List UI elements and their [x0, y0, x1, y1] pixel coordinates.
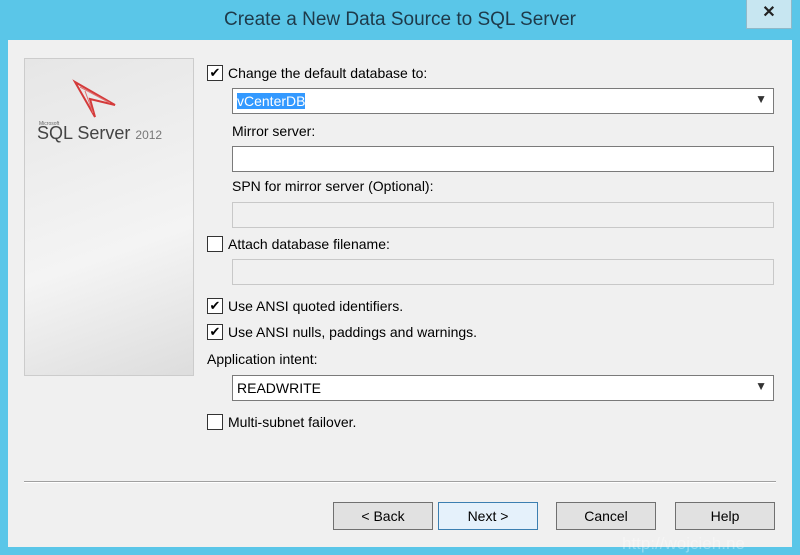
attach-filename-input	[232, 259, 774, 285]
dialog-body: Microsoft SQL Server 2012 ✔ Change the d…	[8, 40, 792, 547]
ansi-quoted-label: Use ANSI quoted identifiers.	[228, 298, 404, 314]
back-button[interactable]: < Back	[333, 502, 433, 530]
spn-input	[232, 202, 774, 228]
application-intent-select[interactable]: READWRITE ▼	[232, 375, 774, 401]
spn-label: SPN for mirror server (Optional):	[232, 178, 434, 194]
window-title: Create a New Data Source to SQL Server	[223, 9, 576, 30]
next-button[interactable]: Next >	[438, 502, 538, 530]
ansi-nulls-label: Use ANSI nulls, paddings and warnings.	[228, 324, 478, 340]
logo-year: 2012	[135, 128, 163, 142]
cancel-button[interactable]: Cancel	[556, 502, 656, 530]
multisubnet-label: Multi-subnet failover.	[228, 414, 357, 430]
mirror-label: Mirror server:	[232, 123, 316, 139]
default-database-value: vCenterDB	[237, 93, 306, 109]
watermark: http://wojcieh.ne	[622, 534, 745, 553]
logo-product: SQL Server	[37, 123, 131, 143]
change-db-label: Change the default database to:	[228, 65, 428, 81]
sql-server-logo: Microsoft SQL Server 2012	[24, 58, 194, 376]
intent-label: Application intent:	[207, 351, 318, 367]
chevron-down-icon[interactable]: ▼	[755, 92, 767, 106]
attach-label: Attach database filename:	[228, 236, 390, 252]
chevron-down-icon[interactable]: ▼	[755, 379, 767, 393]
ansi-nulls-checkbox[interactable]: ✔	[207, 324, 223, 340]
application-intent-value: READWRITE	[237, 380, 321, 396]
multisubnet-checkbox[interactable]	[207, 414, 223, 430]
separator	[24, 481, 776, 483]
mirror-server-input[interactable]	[232, 146, 774, 172]
change-db-checkbox[interactable]: ✔	[207, 65, 223, 81]
ansi-quoted-checkbox[interactable]: ✔	[207, 298, 223, 314]
default-database-select[interactable]: vCenterDB ▼	[232, 88, 774, 114]
attach-checkbox[interactable]	[207, 236, 223, 252]
sql-server-swoosh-icon	[72, 79, 116, 118]
close-button[interactable]: ✕	[746, 0, 792, 29]
help-button[interactable]: Help	[675, 502, 775, 530]
